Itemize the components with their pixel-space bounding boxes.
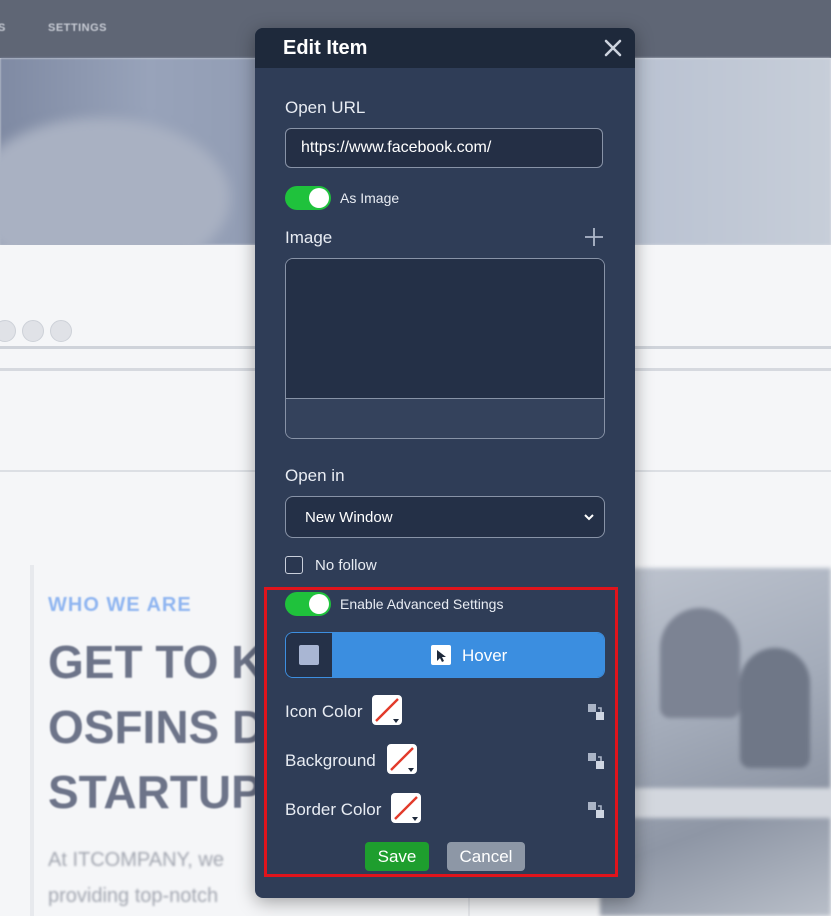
as-image-label: As Image bbox=[340, 190, 400, 206]
background-paragraph: At ITCOMPANY, we providing top-notch bbox=[48, 842, 224, 914]
edit-item-modal: Edit Item Open URL https://www.facebook.… bbox=[255, 28, 635, 898]
background-color-label: Background bbox=[285, 751, 376, 770]
background-paragraph-line: At ITCOMPANY, we bbox=[48, 849, 224, 871]
cursor-icon bbox=[431, 645, 451, 665]
close-icon[interactable] bbox=[601, 36, 625, 60]
background-color-picker[interactable] bbox=[387, 744, 417, 774]
modal-header: Edit Item bbox=[255, 28, 635, 68]
advanced-settings-toggle[interactable] bbox=[285, 592, 331, 616]
hover-state-button[interactable]: Hover bbox=[332, 633, 604, 677]
no-follow-label: No follow bbox=[315, 557, 377, 574]
image-footer bbox=[286, 399, 604, 438]
normal-state-button[interactable] bbox=[286, 633, 332, 677]
reset-icon[interactable] bbox=[587, 801, 605, 819]
chevron-down-icon bbox=[584, 514, 594, 521]
no-follow-checkbox[interactable] bbox=[285, 556, 303, 574]
image-preview bbox=[286, 259, 604, 399]
background-pagination-dots bbox=[0, 320, 72, 342]
background-section-bar bbox=[30, 565, 34, 916]
reset-icon[interactable] bbox=[587, 752, 605, 770]
cancel-button[interactable]: Cancel bbox=[447, 842, 525, 871]
background-eyebrow: WHO WE ARE bbox=[48, 594, 192, 616]
border-color-picker[interactable] bbox=[391, 793, 421, 823]
border-color-label: Border Color bbox=[285, 800, 382, 819]
background-paragraph-line: providing top-notch bbox=[48, 885, 219, 907]
reset-icon[interactable] bbox=[587, 703, 605, 721]
open-in-value: New Window bbox=[305, 509, 393, 526]
open-url-input[interactable]: https://www.facebook.com/ bbox=[285, 128, 603, 168]
open-url-label: Open URL bbox=[285, 98, 366, 117]
image-label: Image bbox=[285, 228, 333, 247]
state-switcher: Hover bbox=[285, 632, 605, 678]
image-drop-area[interactable] bbox=[285, 258, 605, 439]
advanced-settings-label: Enable Advanced Settings bbox=[340, 596, 504, 612]
background-nav-item: S bbox=[0, 22, 6, 34]
hover-label: Hover bbox=[462, 646, 508, 665]
as-image-toggle[interactable] bbox=[285, 186, 331, 210]
save-button[interactable]: Save bbox=[365, 842, 429, 871]
background-nav-item: SETTINGS bbox=[48, 22, 108, 34]
open-in-select[interactable]: New Window bbox=[285, 496, 605, 538]
plus-icon[interactable] bbox=[583, 226, 605, 248]
modal-title: Edit Item bbox=[283, 37, 368, 59]
open-in-label: Open in bbox=[285, 466, 345, 485]
icon-color-picker[interactable] bbox=[372, 695, 402, 725]
icon-color-label: Icon Color bbox=[285, 702, 363, 721]
